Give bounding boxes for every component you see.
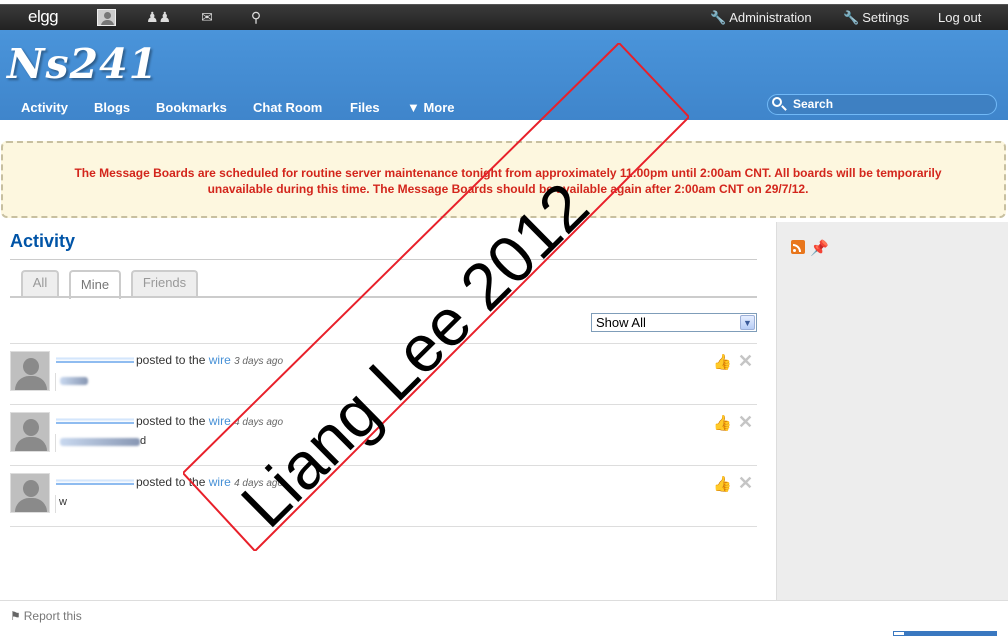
avatar[interactable]: [10, 473, 50, 513]
search-input[interactable]: Search: [767, 94, 997, 115]
corner-widget[interactable]: [893, 631, 997, 636]
item-divider: [55, 495, 56, 513]
report-label: Report this: [23, 609, 82, 623]
avatar[interactable]: [10, 351, 50, 391]
topbar: elgg ♟♟ ✉ ⚲ 🔧 Administration 🔧 Settings Lo…: [0, 4, 1008, 30]
pin-icon[interactable]: 📌: [810, 239, 829, 257]
user-name-link[interactable]: [56, 415, 134, 424]
report-this-link[interactable]: ⚑ Report this: [10, 609, 82, 623]
avatar[interactable]: [10, 412, 50, 452]
logout-link[interactable]: Log out: [938, 10, 981, 25]
tab-mine[interactable]: Mine: [69, 270, 121, 299]
settings-link[interactable]: 🔧 Settings: [843, 10, 909, 26]
elgg-logo[interactable]: elgg: [28, 7, 59, 27]
user-name-link[interactable]: [56, 354, 134, 363]
chat-icon[interactable]: ⚲: [246, 8, 266, 26]
redacted-message: [60, 377, 88, 385]
nav-blogs[interactable]: Blogs: [94, 100, 130, 115]
watermark-text: Liang Lee 2012: [227, 168, 603, 541]
rss-icon[interactable]: [791, 240, 805, 254]
administration-label: Administration: [729, 10, 812, 25]
chevron-down-icon: ▼: [740, 315, 755, 330]
friends-icon[interactable]: ♟♟: [146, 8, 171, 26]
item-divider: [55, 434, 56, 452]
page-title: Activity: [10, 231, 76, 251]
wrench-icon: 🔧: [710, 10, 727, 25]
redacted-message: [60, 438, 140, 446]
close-icon[interactable]: ✕: [738, 351, 756, 371]
settings-label: Settings: [862, 10, 910, 25]
administration-link[interactable]: 🔧 Administration: [710, 10, 812, 26]
thumbs-up-icon[interactable]: 👍: [713, 475, 732, 493]
page: elgg ♟♟ ✉ ⚲ 🔧 Administration 🔧 Settings Lo…: [0, 0, 1008, 636]
avatar-icon[interactable]: [97, 9, 116, 26]
messages-icon[interactable]: ✉: [197, 8, 217, 26]
close-icon[interactable]: ✕: [738, 473, 756, 493]
message-tail: d: [140, 435, 147, 447]
footer-divider: [0, 600, 1008, 601]
thumbs-up-icon[interactable]: 👍: [713, 353, 732, 371]
item-divider: [55, 373, 56, 391]
nav-activity[interactable]: Activity: [21, 100, 68, 115]
search-placeholder: Search: [793, 97, 834, 111]
watermark: Liang Lee 2012: [183, 43, 689, 551]
wrench-icon: 🔧: [843, 10, 860, 25]
thumbs-up-icon[interactable]: 👍: [713, 414, 732, 432]
site-name[interactable]: Ns241: [7, 40, 158, 88]
tab-all[interactable]: All: [21, 270, 59, 296]
sidebar: 📌: [776, 222, 1008, 600]
report-icon: ⚑: [10, 609, 21, 623]
search-icon: [771, 96, 787, 112]
close-icon[interactable]: ✕: [738, 412, 756, 432]
user-name-link[interactable]: [56, 476, 134, 485]
message-tail: w: [59, 496, 67, 508]
